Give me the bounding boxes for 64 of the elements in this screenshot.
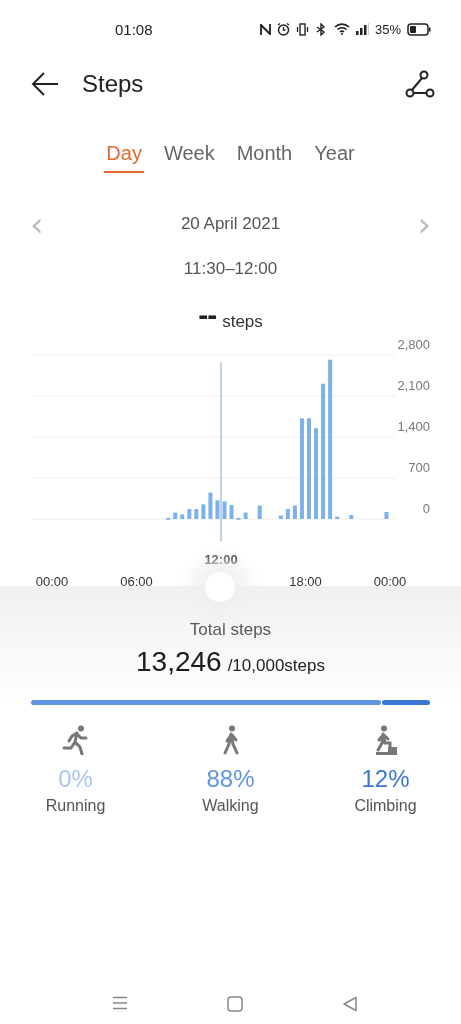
battery-icon — [407, 22, 431, 36]
step-bar — [201, 504, 206, 519]
step-bar — [243, 512, 248, 519]
activity-percent: 88% — [206, 765, 255, 793]
nfc-icon — [259, 22, 271, 36]
y-tick-label: 2,800 — [397, 337, 430, 352]
page-title: Steps — [82, 70, 144, 98]
step-bar — [208, 492, 213, 519]
back-nav-button[interactable] — [342, 996, 358, 1012]
activity-label: Climbing — [354, 797, 417, 815]
activity-label: Running — [45, 797, 106, 815]
period-tab[interactable]: Week — [161, 142, 217, 173]
time-range: 11:30–12:00 — [183, 259, 278, 279]
step-bar — [180, 514, 185, 519]
activity-percent: 12% — [361, 765, 410, 793]
total-steps-value: 13,246 — [136, 646, 222, 678]
step-bar — [229, 504, 234, 519]
route-button[interactable] — [405, 70, 435, 98]
step-bar — [166, 517, 171, 520]
y-tick-label: 0 — [422, 501, 430, 516]
back-button[interactable] — [30, 71, 60, 97]
step-bar — [257, 505, 262, 519]
signal-icon — [355, 23, 369, 35]
step-bar — [285, 509, 290, 519]
activity-percent: 0% — [58, 765, 93, 793]
step-goal: /10,000steps — [227, 656, 325, 676]
route-icon — [405, 70, 435, 98]
total-steps-label: Total steps — [189, 620, 272, 640]
x-tick-label: 00:00 — [373, 574, 407, 586]
x-tick-label: 00:00 — [35, 574, 69, 586]
menu-button[interactable] — [112, 996, 128, 1012]
alarm-icon — [276, 22, 290, 36]
step-bar — [335, 516, 340, 519]
back-icon — [30, 71, 60, 97]
period-tab[interactable]: Year — [312, 142, 357, 173]
clock: 01:08 — [115, 20, 153, 38]
y-tick-label: 2,100 — [397, 378, 430, 393]
step-bar — [278, 515, 283, 519]
wifi-icon — [333, 23, 350, 35]
vibrate-icon — [295, 22, 309, 36]
x-tick-label: 18:00 — [289, 574, 322, 586]
y-tick-label: 1,400 — [397, 419, 430, 434]
battery-percent: 35% — [374, 21, 401, 37]
step-bar — [292, 505, 297, 519]
step-bar — [222, 501, 227, 519]
cursor-time: 12:00 — [204, 552, 238, 567]
step-bar — [384, 511, 389, 519]
home-button[interactable] — [227, 996, 243, 1012]
step-bar — [194, 509, 199, 519]
step-bar — [173, 512, 178, 519]
stair-climber-icon — [373, 725, 398, 755]
period-tab[interactable]: Day — [104, 142, 144, 173]
y-tick-label: 700 — [408, 460, 430, 475]
step-bar — [349, 514, 354, 519]
x-tick-label: 06:00 — [120, 574, 153, 586]
step-bar — [236, 517, 241, 520]
step-bar — [215, 500, 220, 519]
date-label: 20 April 2021 — [180, 214, 281, 234]
runner-icon — [61, 725, 90, 755]
step-unit: steps — [222, 312, 263, 332]
step-reading: -- — [198, 300, 217, 330]
step-bar — [187, 509, 192, 519]
activity-label: Walking — [202, 797, 259, 815]
period-tab[interactable]: Month — [234, 142, 295, 173]
